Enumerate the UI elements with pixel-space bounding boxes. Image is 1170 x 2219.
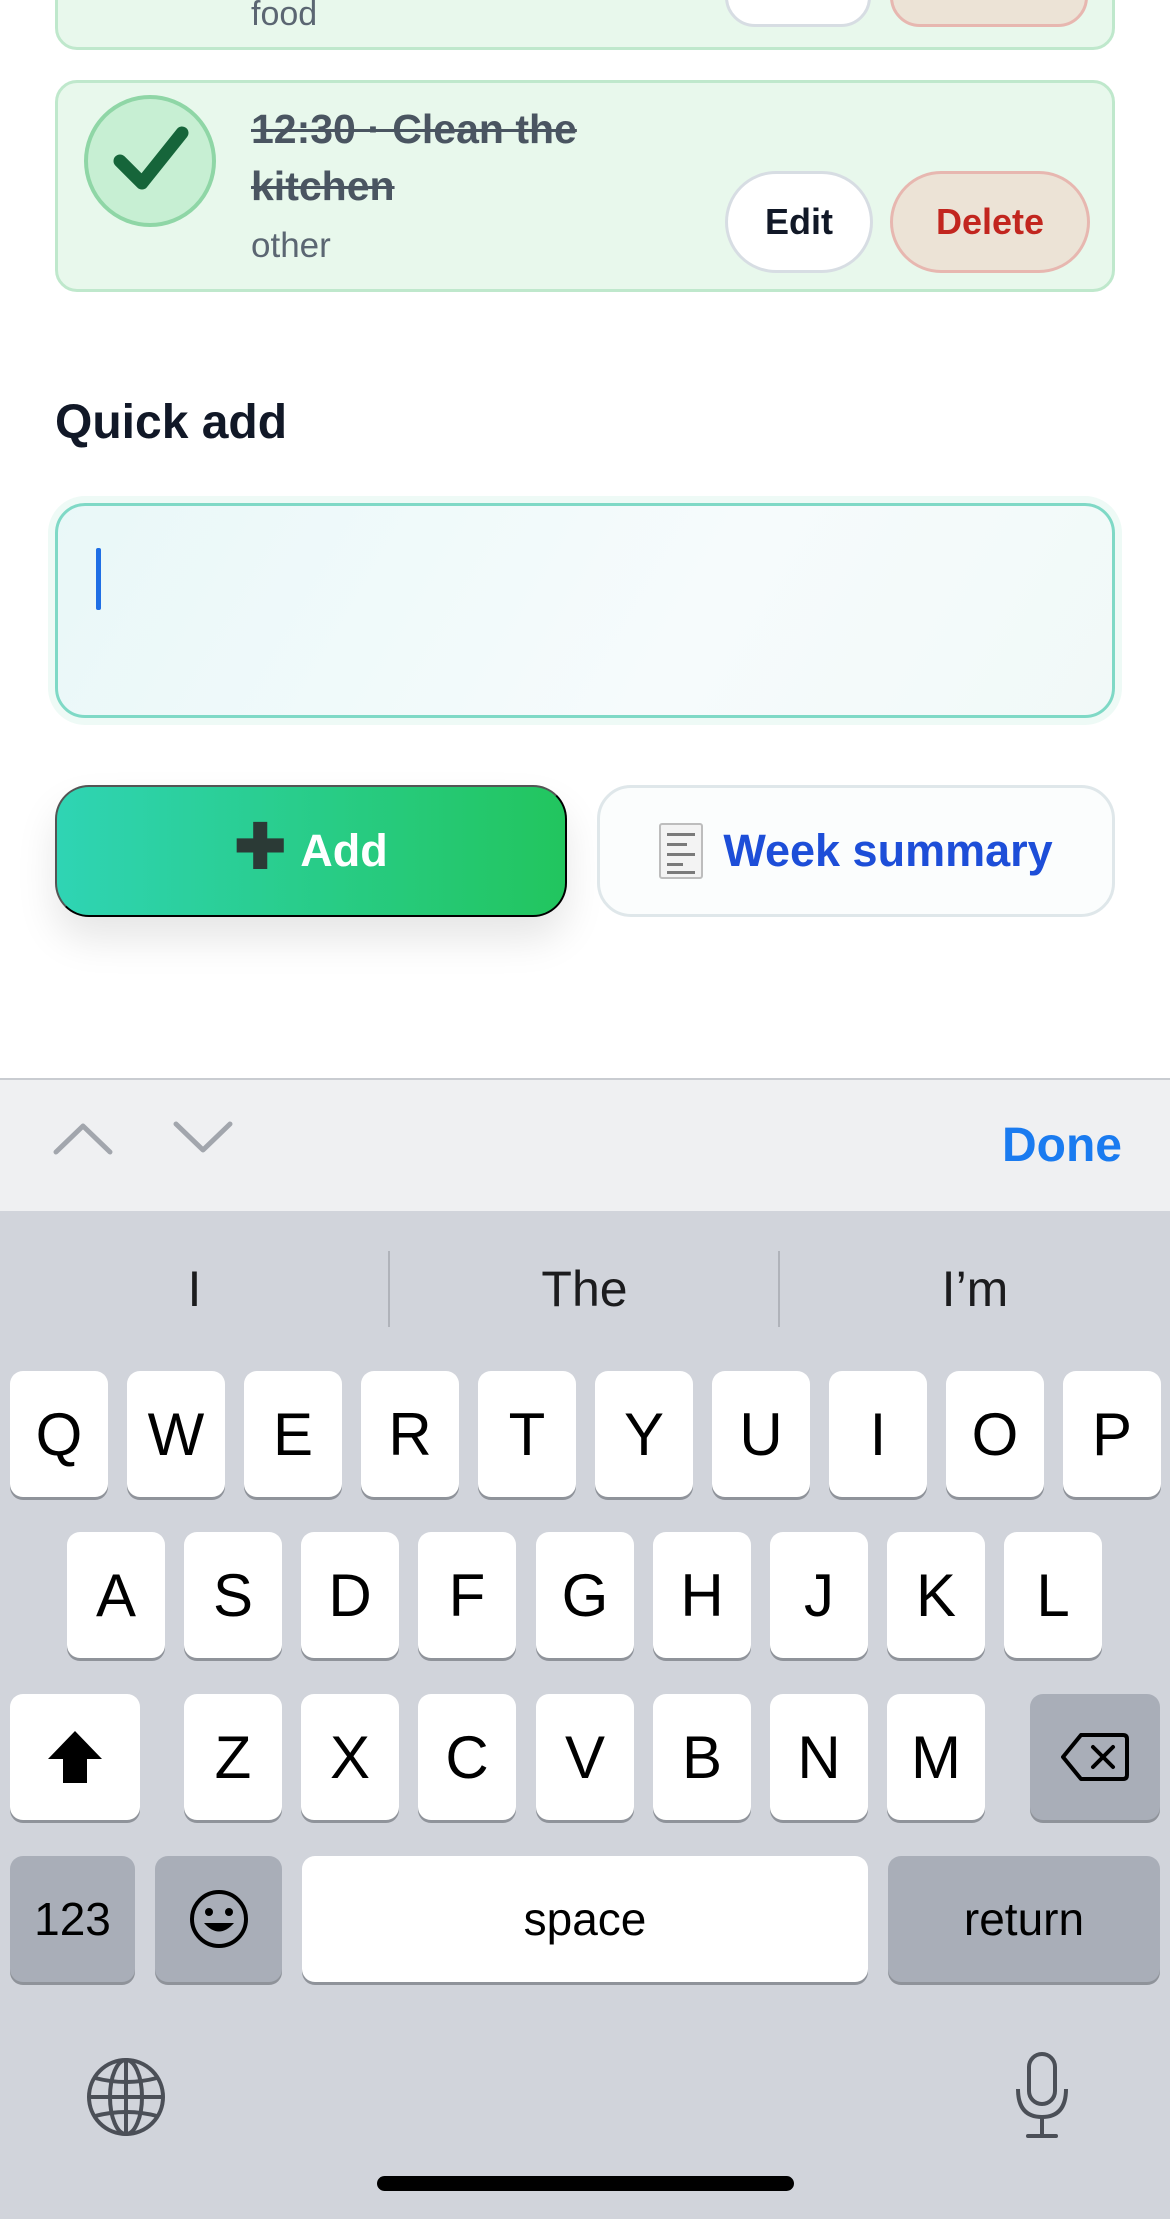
key[interactable]: T	[478, 1371, 576, 1497]
key[interactable]: S	[184, 1532, 282, 1658]
key[interactable]: D	[301, 1532, 399, 1658]
edit-button[interactable]	[725, 0, 871, 27]
key[interactable]: N	[770, 1694, 868, 1820]
return-key[interactable]: return	[888, 1856, 1160, 1982]
week-summary-label: Week summary	[723, 825, 1053, 876]
checkmark-icon	[113, 126, 189, 190]
key[interactable]: H	[653, 1532, 751, 1658]
receipt-icon	[659, 823, 704, 879]
shift-key[interactable]	[10, 1694, 140, 1820]
key[interactable]: A	[67, 1532, 165, 1658]
key[interactable]: V	[536, 1694, 634, 1820]
key[interactable]: P	[1063, 1371, 1161, 1497]
task-category: other	[251, 226, 331, 265]
microphone-icon[interactable]	[1012, 2051, 1072, 2141]
key[interactable]: J	[770, 1532, 868, 1658]
space-key[interactable]: space	[302, 1856, 868, 1982]
quick-add-input[interactable]	[55, 503, 1115, 718]
key[interactable]: Q	[10, 1371, 108, 1497]
delete-button[interactable]: Delete	[890, 171, 1090, 273]
add-button-label: Add	[300, 825, 388, 876]
key[interactable]: Y	[595, 1371, 693, 1497]
key[interactable]: G	[536, 1532, 634, 1658]
suggestion[interactable]: The	[390, 1249, 779, 1329]
edit-button[interactable]: Edit	[725, 171, 873, 273]
completed-checkbox[interactable]	[84, 95, 216, 227]
key[interactable]: U	[712, 1371, 810, 1497]
key[interactable]: K	[887, 1532, 985, 1658]
emoji-key[interactable]	[155, 1856, 282, 1982]
key[interactable]: E	[244, 1371, 342, 1497]
home-indicator	[377, 2176, 794, 2191]
task-card: food	[55, 0, 1115, 50]
task-card: 12:30 · Clean the kitchen other Edit Del…	[55, 80, 1115, 292]
key[interactable]: B	[653, 1694, 751, 1820]
key[interactable]: W	[127, 1371, 225, 1497]
key[interactable]: Z	[184, 1694, 282, 1820]
key[interactable]: C	[418, 1694, 516, 1820]
key[interactable]: X	[301, 1694, 399, 1820]
plus-icon: ✚	[234, 813, 287, 882]
task-category: food	[251, 0, 318, 33]
text-caret	[96, 548, 101, 610]
section-title: Quick add	[55, 396, 288, 449]
chevron-down-icon[interactable]	[172, 1118, 234, 1158]
backspace-key[interactable]	[1030, 1694, 1160, 1820]
done-button[interactable]: Done	[1002, 1118, 1122, 1173]
key[interactable]: M	[887, 1694, 985, 1820]
key[interactable]: F	[418, 1532, 516, 1658]
week-summary-button[interactable]: Week summary	[597, 785, 1115, 917]
chevron-up-icon[interactable]	[52, 1118, 114, 1158]
key[interactable]: I	[829, 1371, 927, 1497]
key[interactable]: L	[1004, 1532, 1102, 1658]
shift-icon	[48, 1731, 102, 1783]
keyboard-accessory-bar: Done	[0, 1078, 1170, 1211]
add-button[interactable]: ✚ Add	[55, 785, 567, 917]
key[interactable]: O	[946, 1371, 1044, 1497]
keyboard: I The I’m Q W E R T Y U I O P A S D F G …	[0, 1211, 1170, 2219]
key[interactable]: R	[361, 1371, 459, 1497]
numbers-key[interactable]: 123	[10, 1856, 135, 1982]
delete-button[interactable]	[890, 0, 1088, 27]
suggestion[interactable]: I’m	[780, 1249, 1170, 1329]
backspace-icon	[1061, 1733, 1129, 1781]
emoji-icon	[189, 1890, 248, 1948]
globe-icon[interactable]	[85, 2056, 167, 2138]
task-title: 12:30 · Clean the kitchen	[251, 106, 577, 209]
suggestion[interactable]: I	[0, 1249, 389, 1329]
